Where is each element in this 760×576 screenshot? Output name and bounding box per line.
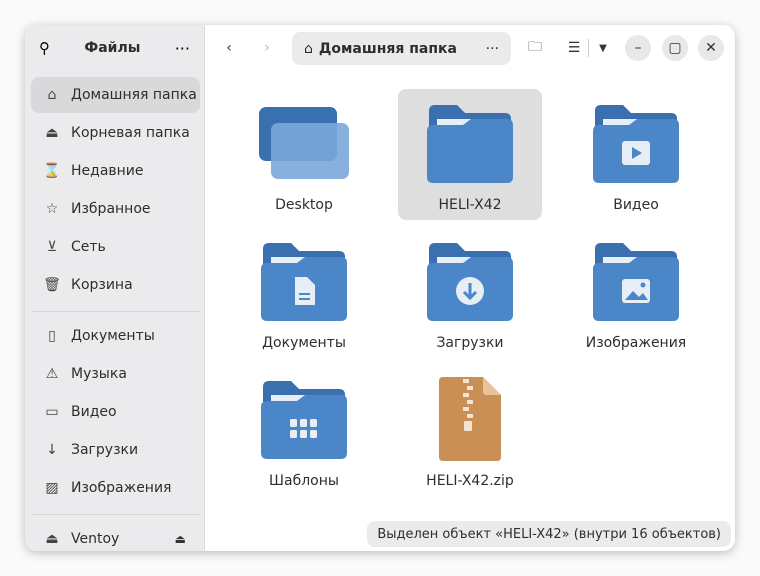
document-icon: ▯ [48,328,56,344]
sidebar-item-root[interactable]: ⏏ Корневая папка [31,115,200,151]
divider [31,311,200,312]
downloads-folder-icon [425,227,515,325]
sidebar-item-recent[interactable]: ⌛ Недавние [31,153,200,189]
label: Избранное [71,201,151,217]
file-name: Загрузки [436,335,504,351]
file-item[interactable]: HELI-X42.zip [398,365,542,496]
path-label: Домашняя папка [318,40,458,57]
home-icon: ⌂ [47,87,57,103]
pictures-folder-icon [591,227,681,325]
camera-icon: ▭ [45,404,59,420]
app-title: Файлы [84,40,141,56]
file-item[interactable]: Видео [564,89,708,220]
star-icon: ☆ [45,201,59,217]
divider [31,514,200,515]
file-name: Видео [613,197,659,213]
download-icon: ↓ [46,442,58,458]
eject-icon[interactable]: ⏏ [175,532,186,546]
label: Видео [71,404,117,420]
label: Изображения [71,480,172,496]
sidebar-item-ventoy[interactable]: ⏏ Ventoy ⏏ [31,521,200,551]
file-item[interactable]: Изображения [564,227,708,358]
hourglass-icon: ⌛ [43,163,61,179]
file-item[interactable]: Документы [232,227,376,358]
file-item[interactable]: Шаблоны [232,365,376,496]
label: Домашняя папка [71,87,197,103]
file-name: Desktop [275,197,333,213]
file-name: Документы [262,335,346,351]
file-name: HELI-X42 [438,197,502,213]
video-folder-icon [591,89,681,187]
status-bar: Выделен объект «HELI-X42» (внутри 16 объ… [367,521,731,547]
menu-icon[interactable]: ··· [175,39,190,58]
drive-icon: ⏏ [45,531,59,547]
zip-file-icon [425,365,515,469]
divider [588,39,589,57]
view-options-dropdown[interactable]: ▼ [590,35,616,61]
label: Ventoy [71,531,120,547]
search-icon[interactable]: ⚲ [39,39,50,57]
sidebar-item-pictures[interactable]: ▨ Изображения [31,470,200,506]
minimize-button[interactable]: – [625,35,651,61]
sidebar-item-home[interactable]: ⌂ Домашняя папка [31,77,200,113]
search-folder-button[interactable]: 🗀 [522,35,548,61]
file-item[interactable]: HELI-X42 [398,89,542,220]
label: Документы [71,328,155,344]
file-name: HELI-X42.zip [426,473,514,489]
sidebar-item-music[interactable]: ⚠ Музыка [31,356,200,392]
trash-icon: 🗑 [43,277,61,293]
drive-icon: ⏏ [45,125,59,141]
folder-folder-icon [425,89,515,187]
maximize-button[interactable]: ▢ [662,35,688,61]
path-bar[interactable]: ⌂ Домашняя папка ··· [292,32,511,65]
label: Корзина [71,277,133,293]
sidebar-item-documents[interactable]: ▯ Документы [31,318,200,354]
file-name: Изображения [585,335,687,351]
label: Сеть [71,239,106,255]
list-view-button[interactable]: ☰ [561,35,587,61]
templates-folder-icon [259,365,349,463]
file-item[interactable]: Загрузки [398,227,542,358]
label: Недавние [71,163,144,179]
documents-folder-icon [259,227,349,325]
sidebar: ⚲ Файлы ··· ⌂ Домашняя папка ⏏ Корневая па… [25,25,205,551]
file-name: Шаблоны [269,473,339,489]
close-button[interactable]: ✕ [698,35,724,61]
label: Музыка [71,366,127,382]
file-item[interactable]: Desktop [232,89,376,220]
home-icon: ⌂ [304,40,313,57]
label: Корневая папка [71,125,190,141]
file-manager-window: ⚲ Файлы ··· ⌂ Домашняя папка ⏏ Корневая па… [25,25,735,551]
network-icon: ⊻ [46,239,58,255]
sidebar-item-downloads[interactable]: ↓ Загрузки [31,432,200,468]
sidebar-item-starred[interactable]: ☆ Избранное [31,191,200,227]
sidebar-item-trash[interactable]: 🗑 Корзина [31,267,200,303]
label: Загрузки [71,442,139,458]
image-icon: ▨ [45,480,59,496]
warning-icon: ⚠ [45,366,59,382]
sidebar-item-video[interactable]: ▭ Видео [31,394,200,430]
sidebar-item-network[interactable]: ⊻ Сеть [31,229,200,265]
back-button[interactable]: ‹ [216,35,242,61]
forward-button[interactable]: › [254,35,280,61]
path-menu-icon[interactable]: ··· [486,41,499,57]
desktop-folder-icon [259,89,349,187]
